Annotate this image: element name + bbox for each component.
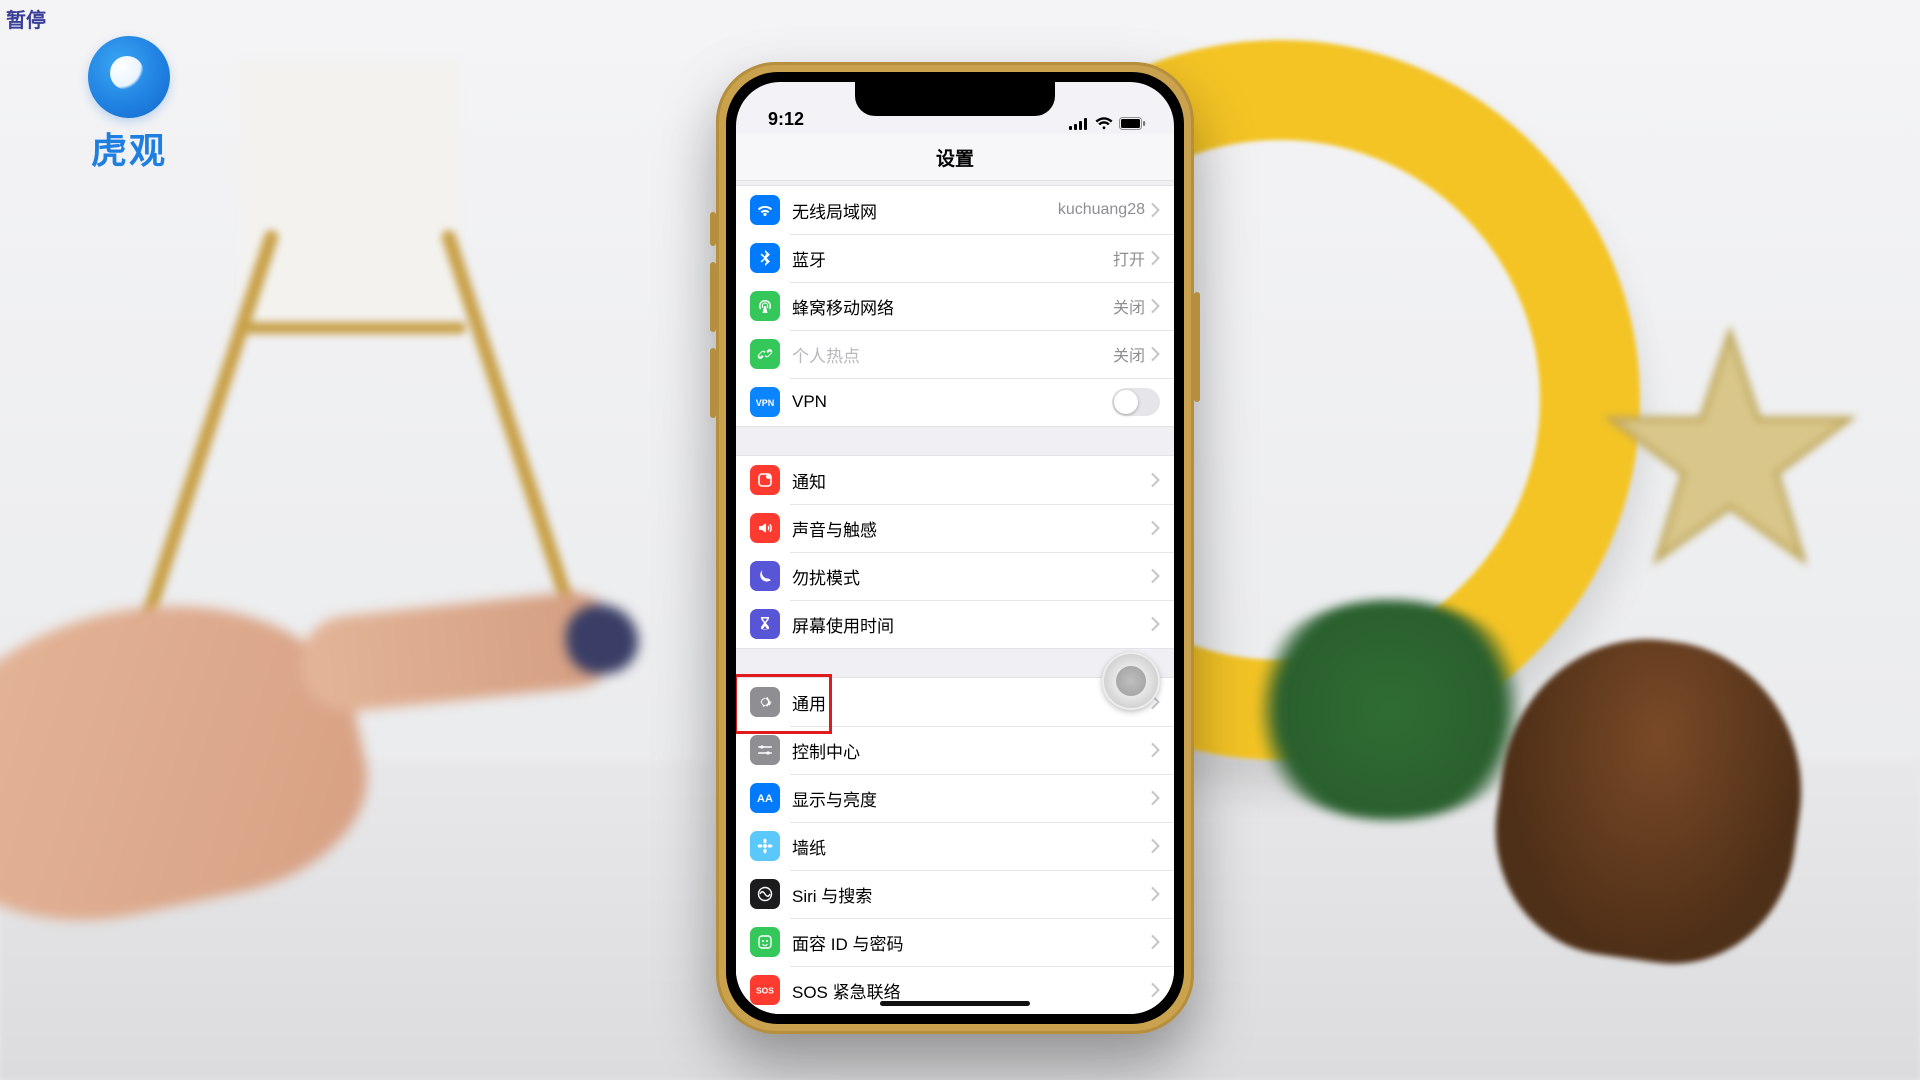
- settings-row-dnd[interactable]: 勿扰模式: [736, 552, 1174, 600]
- mute-switch: [710, 212, 716, 246]
- pause-caption: 暂停: [6, 4, 46, 33]
- settings-row-controlcenter[interactable]: 控制中心: [736, 726, 1174, 774]
- toggle-switch[interactable]: [1112, 388, 1160, 416]
- row-label: Siri 与搜索: [792, 882, 1151, 907]
- settings-row-notifications[interactable]: 通知: [736, 456, 1174, 504]
- moon-icon: [750, 561, 780, 591]
- row-label: 勿扰模式: [792, 564, 1151, 589]
- decor-star-ornament: [1600, 320, 1860, 580]
- aa-icon: [750, 783, 780, 813]
- chevron-right-icon: [1151, 347, 1160, 361]
- chevron-right-icon: [1151, 203, 1160, 217]
- settings-group: 无线局域网kuchuang28蓝牙打开蜂窝移动网络关闭个人热点关闭VPN: [736, 185, 1174, 427]
- row-value: 打开: [1113, 246, 1145, 270]
- row-value: kuchuang28: [1058, 201, 1145, 219]
- chevron-right-icon: [1151, 791, 1160, 805]
- row-value: 关闭: [1113, 294, 1145, 318]
- cellular-signal-icon: [1069, 118, 1089, 130]
- settings-row-siri[interactable]: Siri 与搜索: [736, 870, 1174, 918]
- bell-icon: [750, 465, 780, 495]
- settings-row-display[interactable]: 显示与亮度: [736, 774, 1174, 822]
- nav-bar: 设置: [736, 134, 1174, 181]
- chevron-right-icon: [1151, 743, 1160, 757]
- page-title: 设置: [936, 144, 974, 171]
- video-frame: 暂停 虎观 9:12: [0, 0, 1920, 1080]
- row-label: VPN: [792, 392, 1112, 412]
- hourglass-icon: [750, 609, 780, 639]
- chevron-right-icon: [1151, 839, 1160, 853]
- status-time: 9:12: [758, 109, 804, 130]
- chevron-right-icon: [1151, 299, 1160, 313]
- settings-row-faceid[interactable]: 面容 ID 与密码: [736, 918, 1174, 966]
- chevron-right-icon: [1151, 617, 1160, 631]
- gear-icon: [750, 687, 780, 717]
- row-label: 通用: [792, 690, 1151, 715]
- volume-down-button: [710, 348, 716, 418]
- sliders-icon: [750, 735, 780, 765]
- row-label: 个人热点: [792, 342, 1113, 367]
- sos-icon: [750, 975, 780, 1005]
- face-icon: [750, 927, 780, 957]
- row-label: 声音与触感: [792, 516, 1151, 541]
- row-label: 蜂窝移动网络: [792, 294, 1113, 319]
- decor-pine-branch: [1240, 600, 1540, 820]
- chevron-right-icon: [1151, 569, 1160, 583]
- notch: [855, 82, 1055, 116]
- row-label: 无线局域网: [792, 198, 1058, 223]
- settings-row-vpn[interactable]: VPN: [736, 378, 1174, 426]
- volume-up-button: [710, 262, 716, 332]
- brand-text: 虎观: [91, 122, 167, 174]
- row-label: 屏幕使用时间: [792, 612, 1151, 637]
- brand-logo-icon: [88, 36, 170, 118]
- antenna-icon: [750, 291, 780, 321]
- chevron-right-icon: [1151, 887, 1160, 901]
- settings-row-bluetooth[interactable]: 蓝牙打开: [736, 234, 1174, 282]
- settings-row-sounds[interactable]: 声音与触感: [736, 504, 1174, 552]
- row-label: 通知: [792, 468, 1151, 493]
- link-icon: [750, 339, 780, 369]
- battery-status-icon: [1119, 117, 1146, 130]
- settings-list[interactable]: 无线局域网kuchuang28蓝牙打开蜂窝移动网络关闭个人热点关闭VPN通知声音…: [736, 181, 1174, 1014]
- wifi-status-icon: [1095, 117, 1113, 130]
- speaker-icon: [750, 513, 780, 543]
- chevron-right-icon: [1151, 251, 1160, 265]
- phone-screen: 9:12 设置 无线局域网kuchuang28蓝牙打开蜂窝移动网络关闭个人热点关: [736, 82, 1174, 1014]
- home-indicator[interactable]: [880, 1001, 1030, 1006]
- siri-icon: [750, 879, 780, 909]
- bluetooth-icon: [750, 243, 780, 273]
- settings-row-hotspot[interactable]: 个人热点关闭: [736, 330, 1174, 378]
- flower-icon: [750, 831, 780, 861]
- wifi-icon: [750, 195, 780, 225]
- row-label: SOS 紧急联络: [792, 978, 1151, 1003]
- row-label: 控制中心: [792, 738, 1151, 763]
- row-label: 面容 ID 与密码: [792, 930, 1151, 955]
- settings-row-wallpaper[interactable]: 墙纸: [736, 822, 1174, 870]
- settings-row-screentime[interactable]: 屏幕使用时间: [736, 600, 1174, 648]
- watermark-brand: 虎观: [88, 36, 170, 174]
- row-value: 关闭: [1113, 342, 1145, 366]
- side-button: [1194, 292, 1200, 402]
- decor-pointing-hand: [0, 510, 660, 870]
- row-label: 显示与亮度: [792, 786, 1151, 811]
- iphone-device: 9:12 设置 无线局域网kuchuang28蓝牙打开蜂窝移动网络关闭个人热点关: [716, 62, 1194, 1034]
- settings-row-cellular[interactable]: 蜂窝移动网络关闭: [736, 282, 1174, 330]
- chevron-right-icon: [1151, 473, 1160, 487]
- row-label: 蓝牙: [792, 246, 1113, 271]
- vpn-icon: [750, 387, 780, 417]
- settings-group: 通知声音与触感勿扰模式屏幕使用时间: [736, 455, 1174, 649]
- chevron-right-icon: [1151, 983, 1160, 997]
- settings-row-sos[interactable]: SOS 紧急联络: [736, 966, 1174, 1014]
- chevron-right-icon: [1151, 521, 1160, 535]
- assistive-touch-button[interactable]: [1102, 652, 1160, 710]
- chevron-right-icon: [1151, 935, 1160, 949]
- settings-group: 通用控制中心显示与亮度墙纸Siri 与搜索面容 ID 与密码SOS 紧急联络电池: [736, 677, 1174, 1014]
- row-label: 墙纸: [792, 834, 1151, 859]
- settings-row-wifi[interactable]: 无线局域网kuchuang28: [736, 186, 1174, 234]
